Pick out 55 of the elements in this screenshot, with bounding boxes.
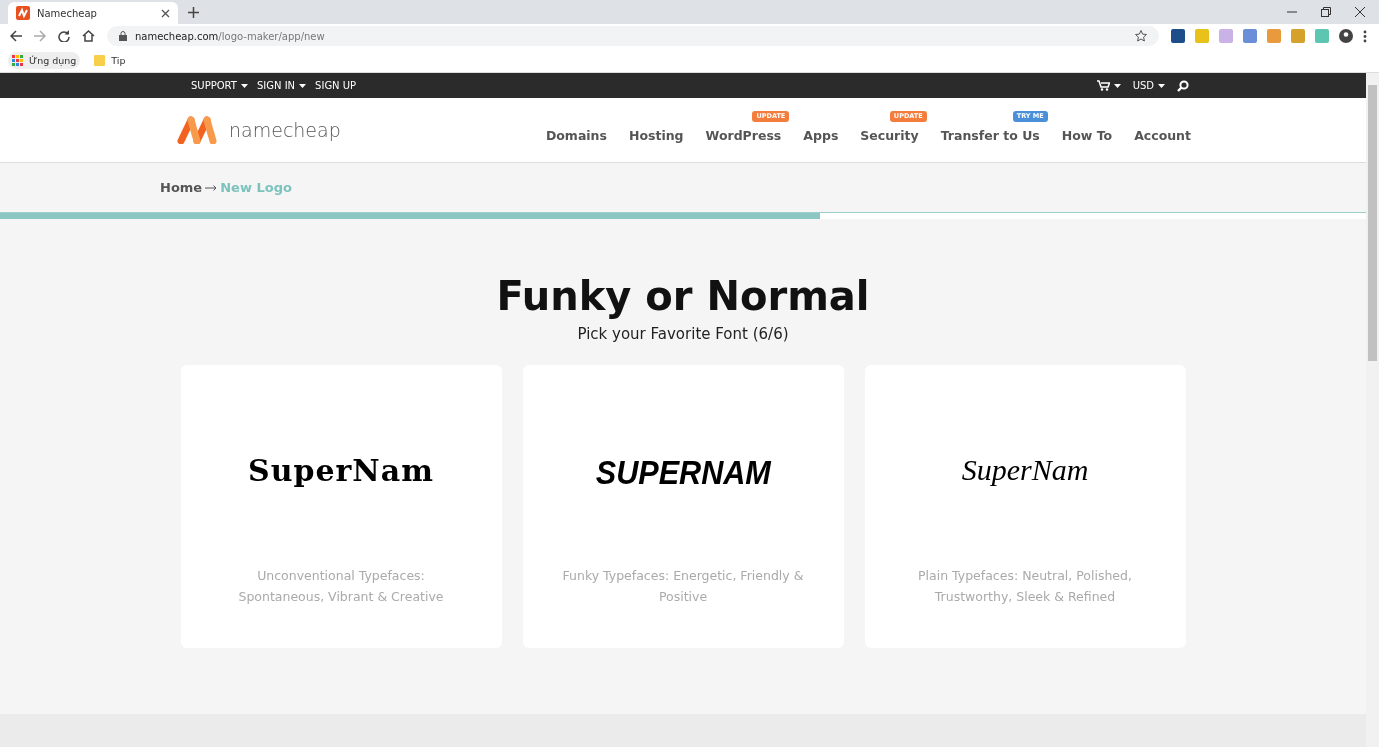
address-field[interactable]: namecheap.com/logo-maker/app/new [107, 26, 1159, 46]
caret-icon [1158, 83, 1165, 88]
search-icon[interactable] [1177, 79, 1189, 92]
nav-link[interactable]: Hosting [628, 127, 684, 143]
close-icon[interactable] [1355, 7, 1365, 17]
font-sample: SuperNam [248, 453, 434, 490]
font-sample: SUPERNAM [595, 453, 771, 493]
reload-icon[interactable] [58, 30, 70, 42]
tab-title: Namecheap [37, 7, 98, 19]
restore-icon[interactable] [1321, 7, 1331, 17]
topbar-link[interactable]: SUPPORT [191, 80, 248, 91]
font-description: Plain Typefaces: Neutral, Polished, Trustworthy, Sleek & Refined [917, 567, 1133, 606]
page-subtitle: Pick your Favorite Font (6/6) [577, 325, 789, 343]
caret-icon [1113, 83, 1121, 88]
scrollbar[interactable] [1366, 73, 1379, 747]
plus-icon[interactable] [188, 7, 199, 18]
breadcrumb-current: New Logo [220, 180, 292, 195]
font-description: Funky Typefaces: Energetic, Friendly & Positive [562, 567, 804, 606]
bookmark[interactable]: Tip [90, 51, 130, 69]
nav-link[interactable]: Account [1134, 127, 1191, 143]
close-icon[interactable] [161, 8, 170, 18]
nav-link[interactable]: Apps [803, 127, 839, 143]
arrow-icon [205, 184, 218, 191]
nav-link[interactable]: Domains [545, 127, 607, 143]
menu-icon[interactable] [1363, 29, 1367, 43]
font-option-card[interactable]: SuperNam Unconventional Typefaces: Spontaneous, Vibrant & Creative [180, 365, 502, 648]
font-description: Unconventional Typefaces: Spontaneous, Vibrant & Creative [237, 567, 445, 606]
apps-grid-icon [12, 54, 23, 66]
back-icon[interactable] [10, 30, 22, 42]
nav-link[interactable]: Security [860, 127, 919, 143]
font-option-card[interactable]: SuperNam Plain Typefaces: Neutral, Polished, Trustworthy, Sleek & Refined [864, 365, 1186, 648]
nav-link[interactable]: How To [1061, 127, 1113, 143]
page-title: Funky or Normal [496, 273, 870, 319]
folder-icon [94, 54, 106, 66]
star-icon[interactable] [1135, 30, 1147, 42]
cart-button[interactable] [1096, 80, 1121, 91]
favicon-icon [16, 6, 30, 20]
account-icon[interactable] [1339, 29, 1353, 43]
lock-icon [119, 31, 127, 41]
browser-tab[interactable]: Namecheap [8, 2, 178, 24]
caret-icon [299, 83, 307, 88]
font-sample: SuperNam [961, 453, 1089, 488]
topbar-link[interactable]: SIGN IN [256, 80, 307, 91]
cart-icon [1096, 80, 1110, 91]
font-option-card[interactable]: SUPERNAM Funky Typefaces: Energetic, Friendly & Positive [522, 365, 844, 648]
topbar-link[interactable]: SIGN UP [315, 80, 357, 91]
nav-link[interactable]: Transfer to Us [940, 127, 1040, 143]
breadcrumb-link[interactable]: Home [160, 180, 203, 195]
bookmark[interactable]: Ứng dụng [8, 51, 81, 69]
nav-link[interactable]: WordPress [705, 127, 782, 143]
caret-icon [240, 83, 248, 88]
logo[interactable]: namecheap [177, 116, 341, 144]
home-icon[interactable] [82, 30, 95, 42]
currency-dropdown[interactable]: USD [1132, 80, 1165, 91]
scrollbar-thumb[interactable] [1368, 85, 1377, 361]
